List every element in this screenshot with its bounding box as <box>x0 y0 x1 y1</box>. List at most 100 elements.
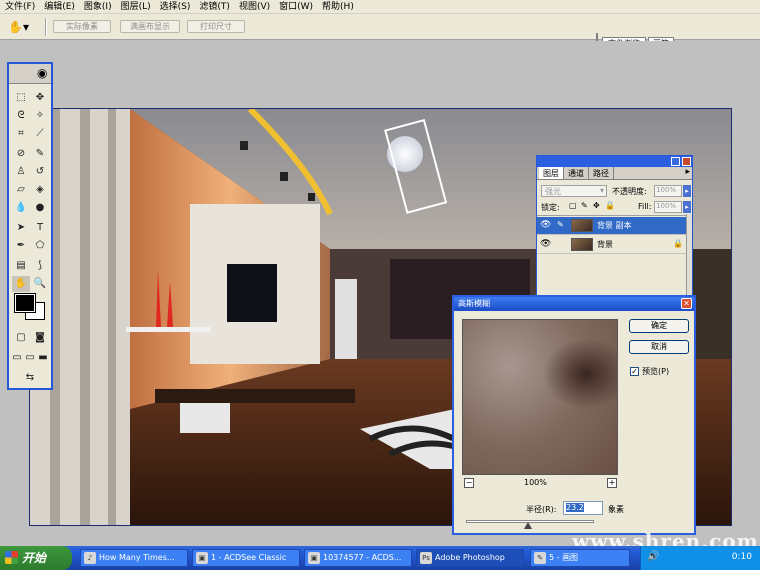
layer-row-background-copy[interactable]: 👁 ✎ 背景 副本 <box>537 217 687 235</box>
preview-checkbox-row[interactable]: ✓ 预览(P) <box>630 366 669 377</box>
paint-bucket-tool-icon[interactable]: ◈ <box>31 182 49 198</box>
dodge-tool-icon[interactable]: ● <box>31 200 49 216</box>
opacity-label: 不透明度: <box>612 187 647 196</box>
fill-label: Fill: <box>638 202 652 211</box>
taskbar-item-label: 1 - ACDSee Classic <box>211 553 287 562</box>
radius-input[interactable]: 23.2 <box>563 501 603 515</box>
opacity-input[interactable]: 100% <box>654 185 682 197</box>
slice-tool-icon[interactable]: ⟋ <box>31 126 49 142</box>
lock-icon: 🔒 <box>673 239 683 248</box>
lock-label: 锁定: <box>541 203 560 212</box>
zoom-in-button[interactable]: + <box>607 478 617 488</box>
tab-layers[interactable]: 图层 <box>539 167 564 179</box>
menu-image[interactable]: 图象(I) <box>81 0 118 14</box>
screen-mode-full-icon[interactable]: ▬ <box>36 350 50 366</box>
close-icon[interactable]: ✕ <box>681 298 692 309</box>
fill-input[interactable]: 100% <box>654 201 682 213</box>
healing-brush-tool-icon[interactable]: ⊘ <box>12 146 30 162</box>
menu-window[interactable]: 窗口(W) <box>276 0 319 14</box>
zoom-out-button[interactable]: − <box>464 478 474 488</box>
menu-view[interactable]: 视图(V) <box>236 0 276 14</box>
clone-stamp-tool-icon[interactable]: ♙ <box>12 164 30 180</box>
marquee-tool-icon[interactable]: ⬚ <box>12 90 30 106</box>
layer-name: 背景 <box>597 240 613 249</box>
menu-bar: 文件(F) 编辑(E) 图象(I) 图层(L) 选择(S) 滤镜(T) 视图(V… <box>0 0 760 14</box>
lasso-tool-icon[interactable]: ᘓ <box>12 108 30 124</box>
lock-image-icon[interactable]: ✎ <box>581 201 588 210</box>
hand-tool-icon[interactable]: ✋ <box>12 276 30 292</box>
taskbar-item-photoshop[interactable]: Ps Adobe Photoshop <box>416 549 524 567</box>
photoshop-icon: Ps <box>420 552 432 564</box>
pen-tool-icon[interactable]: ✒ <box>12 238 30 254</box>
zoom-tool-icon[interactable]: 🔍 <box>31 276 49 292</box>
actual-pixels-button[interactable]: 实际像素 <box>53 20 111 33</box>
layer-name: 背景 副本 <box>597 221 632 230</box>
history-brush-tool-icon[interactable]: ↺ <box>31 164 49 180</box>
lock-position-icon[interactable]: ✥ <box>593 201 600 210</box>
jump-to-imageready-icon[interactable]: ⇆ <box>12 370 48 386</box>
start-button[interactable]: 开始 <box>0 546 72 570</box>
blur-tool-icon[interactable]: 💧 <box>12 200 30 216</box>
menu-file[interactable]: 文件(F) <box>2 0 41 14</box>
visibility-eye-icon[interactable]: 👁 <box>540 220 551 230</box>
lock-transparent-icon[interactable]: ▢ <box>569 201 577 210</box>
layer-row-background[interactable]: 👁 背景 🔒 <box>537 236 687 254</box>
close-icon[interactable] <box>682 157 691 166</box>
screen-mode-menu-icon[interactable]: ▭ <box>23 350 37 366</box>
type-tool-icon[interactable]: T <box>31 220 49 236</box>
notes-tool-icon[interactable]: ▤ <box>12 258 30 274</box>
fit-on-screen-button[interactable]: 满画布显示 <box>120 20 180 33</box>
menu-select[interactable]: 选择(S) <box>157 0 197 14</box>
eyedropper-tool-icon[interactable]: ⟆ <box>31 258 49 274</box>
brush-tool-icon[interactable]: ✎ <box>31 146 49 162</box>
tab-paths[interactable]: 路径 <box>589 167 614 179</box>
eye-logo-icon[interactable]: ◉ <box>37 66 47 80</box>
screen-mode-standard-icon[interactable]: ▭ <box>10 350 24 366</box>
fill-slider-icon[interactable]: ▸ <box>683 201 691 213</box>
menu-help[interactable]: 帮助(H) <box>319 0 360 14</box>
palette-menu-icon[interactable]: ▸ <box>685 167 692 179</box>
volume-icon[interactable]: 🔊 <box>647 551 659 562</box>
eraser-tool-icon[interactable]: ▱ <box>12 182 30 198</box>
menu-layer[interactable]: 图层(L) <box>118 0 157 14</box>
taskbar-item-acdsee-1[interactable]: ▣ 1 - ACDSee Classic <box>192 549 300 567</box>
menu-filter[interactable]: 滤镜(T) <box>196 0 236 14</box>
cancel-button[interactable]: 取消 <box>629 340 689 354</box>
magic-wand-tool-icon[interactable]: ✧ <box>31 108 49 124</box>
brush-link-icon[interactable]: ✎ <box>557 220 564 229</box>
toolbox: ◉ ⬚ ✥ ᘓ ✧ ⌗ ⟋ ⊘ ✎ ♙ ↺ ▱ ◈ 💧 ● ➤ T ✒ ⬠ ▤ … <box>7 62 53 390</box>
options-bar: ✋▾ 实际像素 满画布显示 打印尺寸 文件浏览 画笔 <box>0 14 760 51</box>
taskbar-item-label: 5 - 画图 <box>549 553 579 562</box>
hand-tool-preset-icon[interactable]: ✋▾ <box>8 19 38 35</box>
crop-tool-icon[interactable]: ⌗ <box>12 126 30 142</box>
taskbar-item-music[interactable]: ♪ How Many Times... <box>80 549 188 567</box>
blend-mode-select[interactable]: 强光 ▾ <box>541 185 607 197</box>
minimize-icon[interactable] <box>671 157 680 166</box>
radius-slider-thumb[interactable] <box>524 522 532 529</box>
taskbar-item-label: 10374577 - ACDS... <box>323 553 402 562</box>
opacity-slider-icon[interactable]: ▸ <box>683 185 691 197</box>
ok-button[interactable]: 确定 <box>629 319 689 333</box>
taskbar-item-acdsee-2[interactable]: ▣ 10374577 - ACDS... <box>304 549 412 567</box>
print-size-button[interactable]: 打印尺寸 <box>187 20 245 33</box>
gaussian-blur-dialog: 高斯模糊 ✕ 确定 取消 ✓ 预览(P) − 100% + 半径(R): 23.… <box>452 295 696 535</box>
tab-channels[interactable]: 通道 <box>564 167 589 179</box>
move-tool-icon[interactable]: ✥ <box>31 90 49 106</box>
windows-logo-icon <box>5 551 18 564</box>
visibility-eye-icon[interactable]: 👁 <box>540 239 551 249</box>
foreground-color-swatch[interactable] <box>14 293 36 313</box>
lock-all-icon[interactable]: 🔒 <box>605 201 615 210</box>
taskbar-item-paint[interactable]: ✎ 5 - 画图 <box>530 549 630 567</box>
path-selection-tool-icon[interactable]: ➤ <box>12 220 30 236</box>
shape-tool-icon[interactable]: ⬠ <box>31 238 49 254</box>
quick-mask-mode-icon[interactable]: ◙ <box>31 330 49 346</box>
blur-preview[interactable] <box>462 319 618 475</box>
preview-label: 预览(P) <box>642 367 670 376</box>
dialog-titlebar: 高斯模糊 ✕ <box>454 297 694 311</box>
layers-scrollbar[interactable] <box>686 214 692 296</box>
standard-mode-icon[interactable]: ▢ <box>12 330 30 346</box>
radius-label: 半径(R): <box>526 505 557 514</box>
layers-palette-titlebar <box>537 156 692 167</box>
preview-checkbox[interactable]: ✓ <box>630 367 639 376</box>
menu-edit[interactable]: 编辑(E) <box>41 0 81 14</box>
